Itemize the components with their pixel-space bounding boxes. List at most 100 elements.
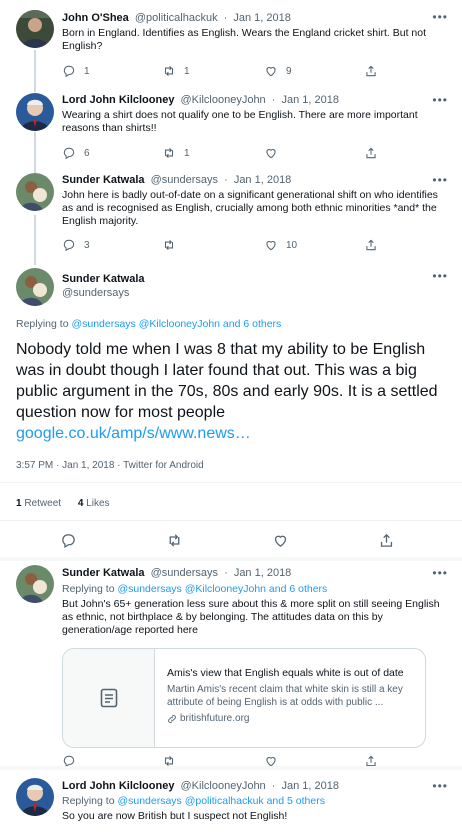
replying-to: Replying to @sundersays @KilclooneyJohn … [62,583,327,595]
like-button[interactable] [264,145,286,161]
tweet-text: John here is badly out-of-date on a sign… [62,189,438,227]
heart-icon [274,535,287,547]
more-icon[interactable]: ••• [432,269,448,283]
retweet-icon [169,533,180,547]
divider [0,482,462,483]
card-domain-text: britishfuture.org [180,713,250,724]
tweet-timestamp[interactable]: 3:57 PM · Jan 1, 2018 · Twitter for Andr… [16,460,204,471]
like-button[interactable]: 9 [264,63,292,79]
heart-icon [266,67,276,77]
tweet-text: Nobody told me when I was 8 that my abil… [16,339,446,444]
retweet-button[interactable]: 1 [162,145,190,161]
author-name[interactable]: Sunder Katwala [62,273,438,285]
reply-count: 6 [84,147,90,159]
replying-to-label: Replying to [62,795,115,807]
retweets-stat[interactable]: 1 Retweet [16,498,61,509]
user-handle[interactable]: @KilclooneyJohn [181,94,266,106]
tweet-date[interactable]: Jan 1, 2018 [233,12,291,24]
display-name[interactable]: Sunder Katwala [62,273,145,285]
tweet[interactable]: Lord John Kilclooney @KilclooneyJohn · J… [0,85,462,170]
more-icon[interactable]: ••• [432,779,448,793]
separator-dot: · [271,94,276,106]
card-description: Martin Amis's recent claim that white sk… [167,684,403,708]
retweet-button[interactable]: 1 [162,63,190,79]
tweet-date[interactable]: Jan 1, 2018 [234,174,292,186]
tweet-text: Born in England. Identifies as English. … [62,27,427,52]
tweet-link[interactable]: google.co.uk/amp/s/www.news… [16,425,251,442]
article-icon [100,688,117,708]
display-name[interactable]: Lord John Kilclooney [62,94,174,106]
tweet-text: But John's 65+ generation less sure abou… [62,598,440,636]
retweet-icon [164,239,174,251]
reply-button[interactable] [60,532,77,548]
share-icon [366,239,376,251]
more-icon[interactable]: ••• [432,93,448,107]
display-name[interactable]: Sunder Katwala [62,174,145,186]
reply-icon [62,533,75,548]
user-handle[interactable]: @sundersays [151,567,218,579]
display-name[interactable]: John O'Shea [62,12,129,24]
reply-button[interactable]: 1 [62,63,90,79]
tweet-date[interactable]: Jan 1, 2018 [281,94,339,106]
user-handle[interactable]: @politicalhackuk [135,12,218,24]
display-name[interactable]: Lord John Kilclooney [62,780,174,792]
tweet-header: Sunder Katwala @sundersays · Jan 1, 2018 [62,174,438,186]
retweet-icon [164,147,174,159]
like-button[interactable]: 10 [264,237,297,253]
tweet[interactable]: Sunder Katwala @sundersays · Jan 1, 2018… [0,165,462,265]
reply-tweet[interactable]: Lord John Kilclooney @KilclooneyJohn · J… [0,770,462,833]
like-count: 10 [286,239,298,251]
tweet-thread: John O'Shea @politicalhackuk · Jan 1, 20… [0,0,462,833]
divider [0,520,462,521]
reply-icon [63,239,75,252]
like-count: 9 [286,65,292,77]
tweet-text: So you are now British but I suspect not… [62,810,288,822]
reply-icon [63,65,75,78]
tweet-date[interactable]: Jan 1, 2018 [281,780,339,792]
card-domain: britishfuture.org [167,713,249,724]
heart-icon [266,149,276,159]
avatar[interactable] [16,93,54,131]
retweet-button[interactable] [166,532,183,548]
separator-dot: · [223,12,228,24]
avatar[interactable] [16,268,54,306]
author-handle[interactable]: @sundersays [62,287,438,299]
tweet[interactable]: John O'Shea @politicalhackuk · Jan 1, 20… [0,0,462,90]
reply-button[interactable]: 6 [62,145,90,161]
replying-to-mentions[interactable]: @sundersays @politicalhackuk and 5 other… [117,795,325,807]
share-icon [380,533,393,547]
separator-dot: · [271,780,276,792]
share-button[interactable] [364,145,378,161]
user-handle[interactable]: @sundersays [62,287,129,299]
reply-tweet[interactable]: Sunder Katwala @sundersays · Jan 1, 2018… [0,561,462,768]
share-button[interactable] [378,532,395,548]
avatar[interactable] [16,778,54,816]
share-icon [366,65,376,77]
share-button[interactable] [364,63,378,79]
reply-button[interactable]: 3 [62,237,90,253]
share-button[interactable] [364,237,378,253]
replying-to-mentions[interactable]: @sundersays @KilclooneyJohn and 6 others [71,318,281,330]
tweet-date[interactable]: Jan 1, 2018 [234,567,292,579]
card-thumbnail [63,649,155,747]
replying-to-label: Replying to [16,318,69,330]
tweet-actions: 1 1 9 [62,63,392,79]
replying-to-mentions[interactable]: @sundersays @KilclooneyJohn and 6 others [117,583,327,595]
avatar[interactable] [16,10,54,48]
link-card[interactable]: Amis's view that English equals white is… [62,648,426,748]
tweet-header: John O'Shea @politicalhackuk · Jan 1, 20… [62,12,438,24]
more-icon[interactable]: ••• [432,173,448,187]
retweet-button[interactable] [162,237,184,253]
more-icon[interactable]: ••• [432,566,448,580]
reply-icon [63,147,75,160]
avatar[interactable] [16,173,54,211]
avatar[interactable] [16,565,54,603]
user-handle[interactable]: @KilclooneyJohn [181,780,266,792]
display-name[interactable]: Sunder Katwala [62,567,145,579]
separator-dot: · [224,174,228,186]
likes-stat[interactable]: 4 Likes [78,498,110,509]
tweet-actions [60,532,400,548]
more-icon[interactable]: ••• [432,10,448,24]
like-button[interactable] [272,532,289,548]
user-handle[interactable]: @sundersays [151,174,218,186]
